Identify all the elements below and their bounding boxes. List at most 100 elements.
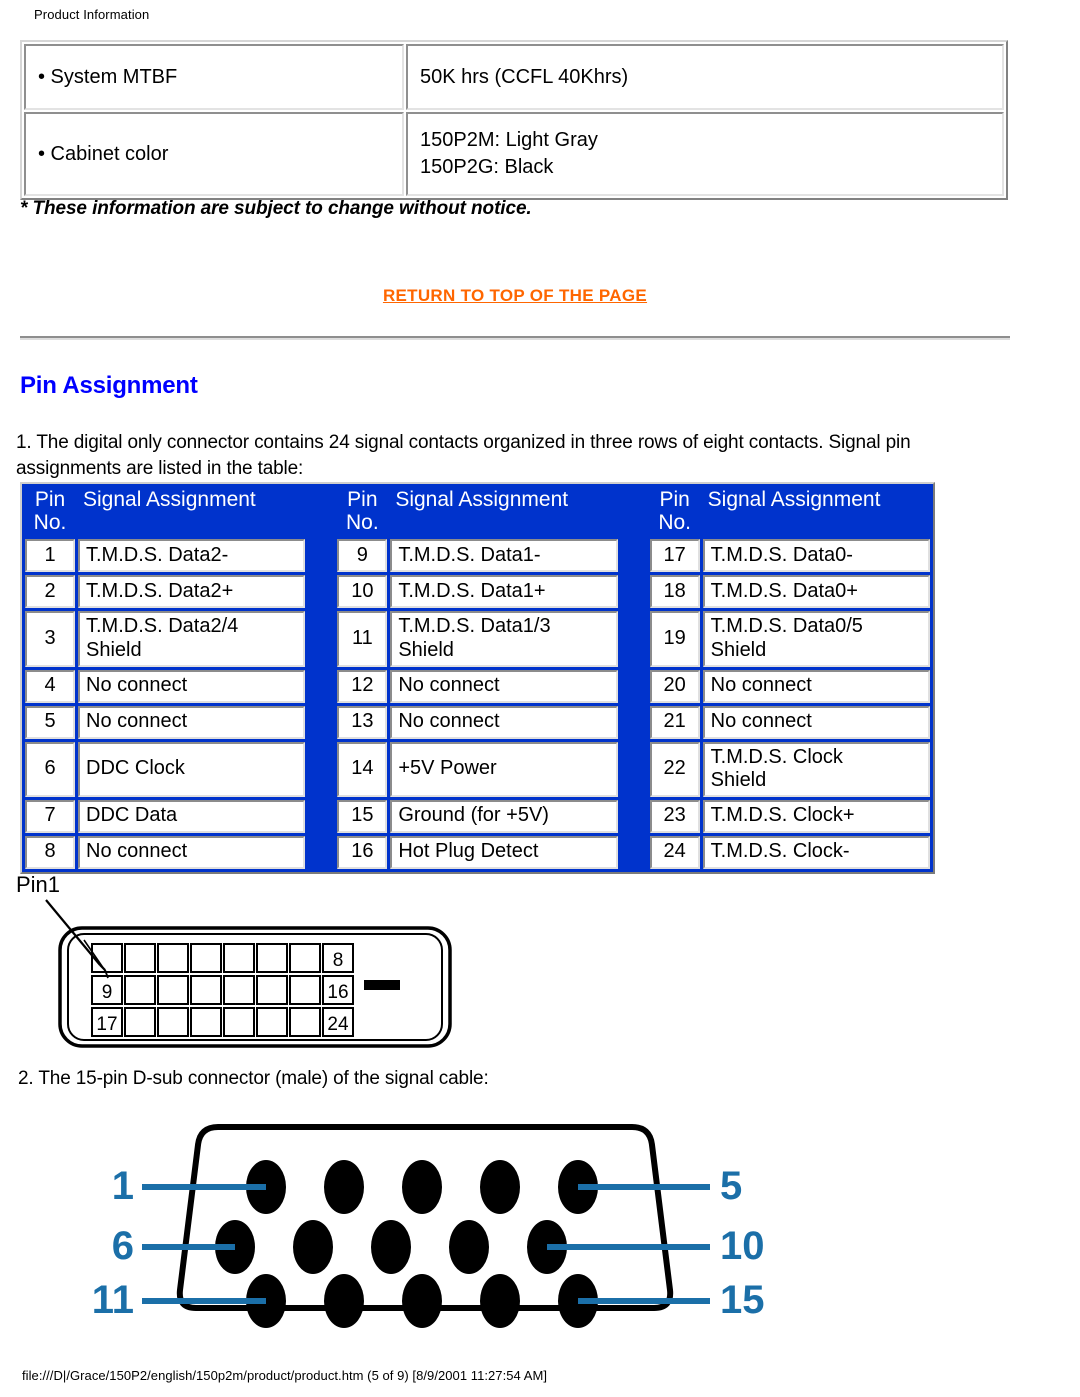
pin-no-header: Pin No.: [25, 487, 75, 537]
pin-number-cell: 20: [649, 669, 700, 703]
pin-table-group-gap: [620, 741, 647, 797]
pin-number-cell: 24: [649, 835, 700, 869]
dvi-flat-blade-slot: [364, 980, 400, 990]
dsub-connector-svg: 1 6 11 5 10 15: [92, 1124, 765, 1328]
signal-assignment-cell: T.M.D.S. Data1/3 Shield: [390, 611, 618, 667]
pin-table-group-gap: [620, 835, 647, 869]
signal-assignment-cell: T.M.D.S. Data0/5 Shield: [702, 611, 930, 667]
dsub-pin: [480, 1160, 520, 1214]
dsub-pin: [324, 1274, 364, 1328]
spec-label: • Cabinet color: [24, 112, 404, 196]
section-divider: [20, 336, 1010, 340]
pin-number-cell: 23: [649, 799, 700, 833]
pin-table-group-gap: [620, 611, 647, 667]
spec-value: 150P2M: Light Gray 150P2G: Black: [406, 112, 1004, 196]
pin-no-header: Pin No.: [649, 487, 700, 537]
pin-number-cell: 22: [649, 741, 700, 797]
pin-table-group-gap: [308, 575, 335, 609]
signal-assignment-header: Signal Assignment: [78, 487, 306, 537]
status-bar-url: file:///D|/Grace/150P2/english/150p2m/pr…: [22, 1368, 548, 1383]
pin-table-group-gap: [620, 539, 647, 573]
dvi-pin-socket: [256, 1007, 288, 1037]
pin-table-group-gap: [620, 705, 647, 739]
dvi-pin-socket: [190, 943, 222, 973]
dsub-pin-number-label: 1: [112, 1164, 134, 1208]
signal-assignment-cell: T.M.D.S. Data1+: [390, 575, 618, 609]
pin-number-cell: 21: [649, 705, 700, 739]
dvi-pin-socket: [289, 975, 321, 1005]
pin-number-cell: 7: [25, 799, 75, 833]
dvi-pin-socket: [289, 1007, 321, 1037]
dvi-pin-socket: [124, 943, 156, 973]
pin-table-group-gap: [308, 487, 335, 537]
signal-assignment-cell: Ground (for +5V): [390, 799, 618, 833]
table-row: 4 No connect 12 No connect 20 No connect: [25, 669, 930, 703]
spec-value: 50K hrs (CCFL 40Khrs): [406, 44, 1004, 110]
pin-number-cell: 4: [25, 669, 75, 703]
pin1-callout-label: Pin1: [16, 872, 60, 897]
signal-assignment-cell: T.M.D.S. Data0+: [702, 575, 930, 609]
paragraph-digital-connector: 1. The digital only connector contains 2…: [16, 432, 911, 480]
pin-number-cell: 9: [337, 539, 388, 573]
pin-table-group-gap: [308, 799, 335, 833]
signal-assignment-cell: T.M.D.S. Clock+: [702, 799, 930, 833]
return-to-top-link[interactable]: RETURN TO TOP OF THE PAGE: [383, 286, 647, 305]
table-row: 6 DDC Clock 14 +5V Power 22 T.M.D.S. Clock Sh…: [25, 741, 930, 797]
dvi-pin-socket: [256, 975, 288, 1005]
return-link-container: RETURN TO TOP OF THE PAGE: [0, 286, 1030, 306]
pin-number-cell: 8: [25, 835, 75, 869]
dvi-pin-number-label: 8: [333, 950, 344, 971]
dsub-pin: [293, 1220, 333, 1274]
page-header: Product Information: [34, 7, 150, 22]
signal-assignment-cell: T.M.D.S. Clock Shield: [702, 741, 930, 797]
dvi-pin-socket: [190, 975, 222, 1005]
pin-table-group-gap: [308, 835, 335, 869]
pin-number-cell: 13: [337, 705, 388, 739]
pin-number-cell: 15: [337, 799, 388, 833]
pin-table-group-gap: [620, 669, 647, 703]
signal-assignment-cell: T.M.D.S. Data2/4 Shield: [78, 611, 306, 667]
table-row: • Cabinet color 150P2M: Light Gray 150P2…: [24, 112, 1004, 196]
pin-table-group-gap: [620, 799, 647, 833]
dvi-pin-socket: [157, 975, 189, 1005]
pin-number-cell: 16: [337, 835, 388, 869]
dvi-pin-socket: [223, 943, 255, 973]
table-row: 3 T.M.D.S. Data2/4 Shield 11 T.M.D.S. Data1…: [25, 611, 930, 667]
dvi-connector-diagram: Pin1 8 9 16 17 24: [8, 870, 478, 1060]
pin-table-group-gap: [620, 575, 647, 609]
dsub-connector-diagram: 1 6 11 5 10 15: [70, 1105, 780, 1330]
signal-assignment-cell: +5V Power: [390, 741, 618, 797]
dvi-pin-number-labels: 8 9 16 17 24: [96, 950, 349, 1035]
dvi-pin-socket: [190, 1007, 222, 1037]
dvi-connector-svg: Pin1 8 9 16 17 24: [16, 872, 452, 1048]
spec-label: • System MTBF: [24, 44, 404, 110]
pin-number-cell: 17: [649, 539, 700, 573]
pin-table-group-gap: [620, 487, 647, 537]
dvi-pin-socket: [256, 943, 288, 973]
pin-number-cell: 18: [649, 575, 700, 609]
table-row: 7 DDC Data 15 Ground (for +5V) 23 T.M.D.S. Cl…: [25, 799, 930, 833]
dsub-pin: [402, 1160, 442, 1214]
pin-number-cell: 1: [25, 539, 75, 573]
dvi-pin-grid: [91, 943, 354, 1037]
dsub-pin-number-label: 10: [720, 1224, 765, 1268]
dsub-pin-number-label: 5: [720, 1164, 742, 1208]
pin-number-cell: 10: [337, 575, 388, 609]
table-row: 2 T.M.D.S. Data2+ 10 T.M.D.S. Data1+ 18 T.M.D…: [25, 575, 930, 609]
dvi-pin-socket: [157, 1007, 189, 1037]
signal-assignment-cell: No connect: [78, 669, 306, 703]
dsub-pin: [480, 1274, 520, 1328]
spec-table: • System MTBF 50K hrs (CCFL 40Khrs) • Ca…: [20, 40, 1008, 200]
signal-assignment-cell: No connect: [702, 705, 930, 739]
pin-table-group-gap: [308, 611, 335, 667]
signal-assignment-header: Signal Assignment: [390, 487, 618, 537]
table-row: 8 No connect 16 Hot Plug Detect 24 T.M.D.S. C…: [25, 835, 930, 869]
pin-table-header-row: Pin No. Signal Assignment Pin No. Signal As…: [25, 487, 930, 537]
signal-assignment-header: Signal Assignment: [702, 487, 930, 537]
signal-assignment-cell: T.M.D.S. Data2+: [78, 575, 306, 609]
signal-assignment-cell: No connect: [702, 669, 930, 703]
signal-assignment-cell: No connect: [390, 669, 618, 703]
paragraph-dsub-connector: 2. The 15-pin D-sub connector (male) of …: [18, 1068, 489, 1089]
signal-assignment-cell: T.M.D.S. Clock-: [702, 835, 930, 869]
pin-number-cell: 19: [649, 611, 700, 667]
